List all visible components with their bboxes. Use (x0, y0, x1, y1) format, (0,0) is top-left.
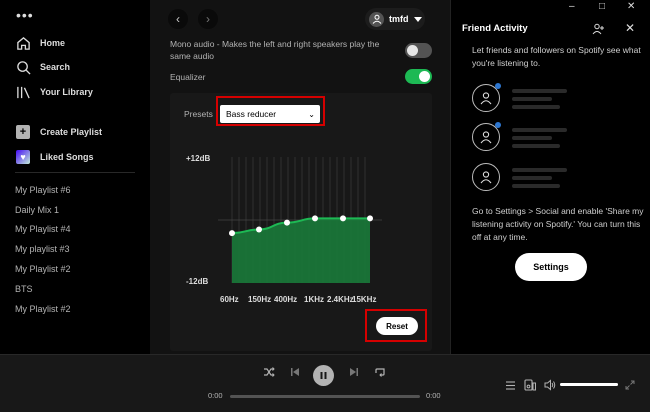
online-indicator (495, 122, 501, 128)
mono-audio-label: Mono audio - Makes the left and right sp… (170, 39, 380, 61)
library-icon (15, 84, 31, 100)
sidebar-item-label: Liked Songs (40, 152, 94, 162)
sidebar-item-home[interactable]: Home (15, 33, 65, 53)
player-bar: 0:00 0:00 (0, 354, 650, 412)
equalizer-toggle[interactable] (405, 69, 432, 84)
search-icon (15, 59, 31, 75)
caret-down-icon (413, 16, 422, 22)
sidebar-item-label: Home (40, 38, 66, 48)
volume-icon[interactable] (543, 378, 557, 392)
eq-band-handle[interactable] (284, 219, 290, 226)
eq-freq-label: 60Hz (220, 295, 239, 304)
friend-placeholder (472, 122, 642, 153)
username: tmfd (389, 14, 409, 24)
progress-bar[interactable] (230, 395, 420, 398)
settings-button[interactable]: Settings (515, 253, 587, 281)
eq-band-handle[interactable] (256, 226, 262, 233)
more-options-icon[interactable]: ••• (16, 8, 34, 22)
playlist-item[interactable]: My Playlist #2 (15, 302, 71, 316)
friend-activity-title: Friend Activity (462, 23, 528, 34)
person-icon (472, 163, 500, 191)
maximize-icon[interactable]: □ (599, 1, 605, 12)
connect-device-icon[interactable] (523, 378, 537, 392)
volume-level (560, 383, 618, 386)
eq-band-handle[interactable] (340, 215, 346, 222)
pause-icon (320, 372, 327, 379)
shuffle-icon[interactable] (262, 365, 276, 379)
playlist-item[interactable]: BTS (15, 282, 33, 296)
friend-activity-intro: Let friends and followers on Spotify see… (472, 45, 641, 68)
play-pause-button[interactable] (313, 365, 334, 386)
eq-freq-label: 15KHz (352, 295, 377, 304)
playlist-item[interactable]: My Playlist #6 (15, 183, 71, 197)
liked-songs-button[interactable]: ♥ Liked Songs (15, 147, 94, 167)
heart-icon: ♥ (16, 150, 30, 164)
back-button[interactable]: ‹ (168, 9, 188, 29)
friend-activity-hint: Go to Settings > Social and enable 'Shar… (472, 206, 644, 242)
add-friend-icon[interactable] (592, 23, 604, 35)
avatar (369, 11, 384, 27)
online-indicator (495, 83, 501, 89)
friend-placeholder (472, 163, 642, 193)
playlist-item[interactable]: My Playlist #2 (15, 262, 71, 276)
home-icon (15, 35, 31, 51)
chevron-left-icon: ‹ (176, 12, 180, 26)
close-panel-icon[interactable]: ✕ (625, 21, 635, 35)
plus-icon: + (16, 125, 30, 139)
sidebar-item-label: Search (40, 62, 71, 72)
next-icon[interactable] (347, 365, 361, 379)
user-menu[interactable]: tmfd (365, 8, 425, 30)
reset-highlight (365, 309, 427, 342)
playlist-item[interactable]: My Playlist #4 (15, 222, 71, 236)
create-playlist-button[interactable]: + Create Playlist (15, 122, 102, 142)
preset-highlight (216, 96, 325, 126)
eq-freq-label: 150Hz (248, 295, 272, 304)
playlist-item[interactable]: My playlist #3 (15, 242, 70, 256)
eq-freq-label: 400Hz (274, 295, 298, 304)
previous-icon[interactable] (288, 365, 302, 379)
sidebar: ••• Home Search Your Library + Create Pl… (0, 0, 150, 354)
queue-icon[interactable] (503, 378, 517, 392)
eq-band-handle[interactable] (312, 215, 318, 222)
sidebar-divider (15, 172, 135, 173)
friend-placeholder (472, 83, 642, 114)
equalizer-label: Equalizer (170, 72, 206, 82)
volume-slider[interactable] (560, 383, 618, 386)
elapsed-time: 0:00 (208, 391, 223, 400)
sidebar-item-label: Create Playlist (40, 127, 103, 137)
duration-time: 0:00 (426, 391, 441, 400)
fullscreen-icon[interactable] (623, 378, 637, 392)
mono-audio-toggle[interactable] (405, 43, 432, 58)
eq-band-handle[interactable] (229, 230, 235, 237)
eq-freq-label: 1KHz (304, 295, 325, 304)
main-content: ‹ › tmfd Mono audio - Makes the left and… (150, 0, 450, 354)
playlist-item[interactable]: Daily Mix 1 (15, 203, 59, 217)
minimize-icon[interactable]: – (569, 1, 575, 12)
eq-freq-label: 2.4KHz (327, 295, 354, 304)
sidebar-item-label: Your Library (40, 87, 93, 97)
window-close-icon[interactable]: ✕ (627, 1, 635, 12)
chevron-right-icon: › (206, 12, 210, 26)
sidebar-item-search[interactable]: Search (15, 57, 70, 77)
sidebar-item-library[interactable]: Your Library (15, 82, 93, 102)
forward-button[interactable]: › (198, 9, 218, 29)
friend-activity-panel: – □ ✕ Friend Activity ✕ Let friends and … (450, 0, 650, 354)
repeat-icon[interactable] (373, 365, 387, 379)
eq-band-handle[interactable] (367, 215, 373, 222)
